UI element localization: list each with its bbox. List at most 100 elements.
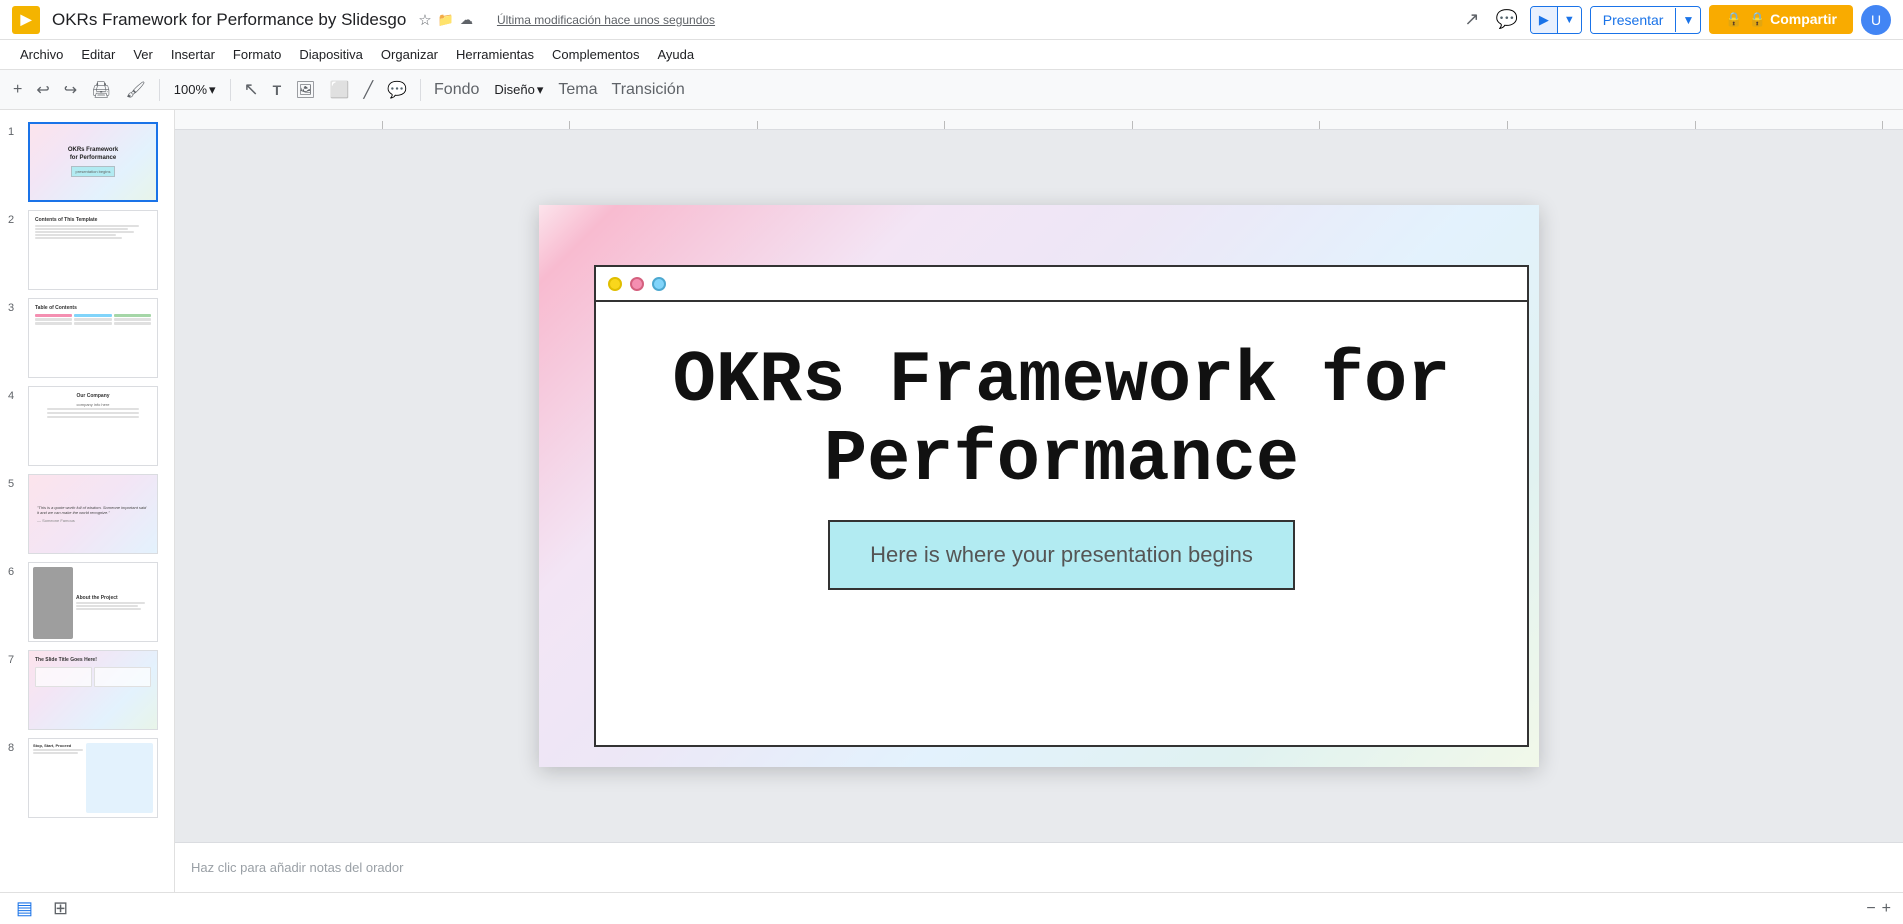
redo-btn[interactable]: ↪ — [59, 76, 82, 104]
menu-complementos[interactable]: Complementos — [544, 44, 647, 65]
slide-item-3[interactable]: 3 Table of Contents — [0, 294, 174, 382]
bottom-right: − + — [1866, 900, 1891, 918]
menu-organizar[interactable]: Organizar — [373, 44, 446, 65]
slide-item-4[interactable]: 4 Our Company company info here — [0, 382, 174, 470]
menu-bar: Archivo Editar Ver Insertar Formato Diap… — [0, 40, 1903, 70]
undo-btn[interactable]: ↩ — [31, 76, 54, 104]
slide-thumb-7: The Slide Title Goes Here! — [29, 651, 157, 729]
folder-icon[interactable]: 📁 — [438, 12, 454, 28]
last-modified-text: Última modificación hace unos segundos — [497, 13, 715, 27]
print-btn[interactable]: 🖨 — [86, 76, 116, 104]
menu-editar[interactable]: Editar — [73, 44, 123, 65]
slide-item-8[interactable]: 8 Stop, Start, Proceed — [0, 734, 174, 822]
thumb2-line-1 — [35, 225, 139, 227]
document-title: OKRs Framework for Performance by Slides… — [52, 10, 406, 30]
share-label: 🔒 Compartir — [1749, 11, 1837, 28]
present-dropdown-btn[interactable]: ▼ — [1675, 8, 1700, 32]
slide-thumb-2: Contents of This Template — [29, 211, 157, 289]
thumb6-image — [33, 567, 73, 639]
slide-thumb-6: About the Project — [29, 563, 157, 641]
slide-thumb-wrap-3: Table of Contents — [28, 298, 158, 378]
slide-number-7: 7 — [8, 650, 22, 666]
menu-herramientas[interactable]: Herramientas — [448, 44, 542, 65]
present-button[interactable]: Presentar — [1591, 7, 1676, 33]
slide-thumb-wrap-1: OKRs Frameworkfor Performance presentati… — [28, 122, 158, 202]
share-button[interactable]: 🔒 🔒 Compartir — [1709, 5, 1853, 34]
menu-formato[interactable]: Formato — [225, 44, 289, 65]
slide-panel: 1 OKRs Frameworkfor Performance presenta… — [0, 110, 175, 892]
cursor-btn[interactable]: ↖ — [239, 75, 264, 104]
toolbar-divider-3 — [420, 79, 421, 101]
avatar[interactable]: U — [1861, 5, 1891, 35]
thumb4-sub: company info here — [77, 402, 110, 407]
grid-view-btn[interactable]: ▤ — [12, 894, 37, 923]
app-logo: ▶ — [12, 6, 40, 34]
image-btn[interactable]: 🖼 — [290, 76, 320, 104]
thumb6-content: About the Project — [76, 567, 153, 637]
comment-btn[interactable]: 💬 — [382, 76, 412, 104]
slide-thumb-wrap-8: Stop, Start, Proceed — [28, 738, 158, 818]
filmstrip-view-btn[interactable]: ⊞ — [49, 894, 72, 923]
menu-insertar[interactable]: Insertar — [163, 44, 223, 65]
activity-icon[interactable]: ↗ — [1460, 5, 1483, 34]
thumb1-box: presentation begins — [71, 166, 116, 177]
thumb2-line-4 — [35, 234, 116, 236]
slide-canvas[interactable]: OKRs Framework for Performance Here is w… — [539, 205, 1539, 767]
zoom-in-btn[interactable]: + — [1882, 900, 1891, 918]
slide-thumb-wrap-5: "This is a quote worth full of wisdom. S… — [28, 474, 158, 554]
slide-item-2[interactable]: 2 Contents of This Template — [0, 206, 174, 294]
lock-icon: 🔒 — [1725, 11, 1742, 28]
cloud-icon[interactable]: ☁ — [460, 12, 473, 28]
slide-thumb-wrap-7: The Slide Title Goes Here! — [28, 650, 158, 730]
thumb2-line-2 — [35, 228, 128, 230]
diseno-arrow: ▾ — [537, 82, 544, 98]
toolbar: + ↩ ↪ 🖨 🖌 100% ▾ ↖ T 🖼 ⬜ ╱ 💬 Fondo Diseñ… — [0, 70, 1903, 110]
slide-thumb-3: Table of Contents — [29, 299, 157, 377]
comments-icon[interactable]: 💬 — [1491, 5, 1521, 34]
thumb2-title: Contents of This Template — [35, 217, 151, 223]
slide-number-2: 2 — [8, 210, 22, 226]
add-slide-btn[interactable]: + — [8, 77, 27, 103]
slide-item-6[interactable]: 6 About the Project — [0, 558, 174, 646]
zoom-out-btn[interactable]: − — [1866, 900, 1875, 918]
toolbar-divider-2 — [230, 79, 231, 101]
browser-bottom-accent — [549, 760, 1549, 775]
menu-diapositiva[interactable]: Diapositiva — [291, 44, 371, 65]
zoom-dropdown[interactable]: 100% ▾ — [168, 78, 222, 102]
browser-dot-pink — [630, 277, 644, 291]
subtitle-box[interactable]: Here is where your presentation begins — [828, 520, 1295, 590]
ruler-horizontal — [175, 110, 1903, 130]
top-right-buttons: ↗ 💬 ▶ ▼ Presentar ▼ 🔒 🔒 Compartir U — [1460, 5, 1891, 35]
slide-item-7[interactable]: 7 The Slide Title Goes Here! — [0, 646, 174, 734]
slide-show-arrow-btn[interactable]: ▼ — [1558, 7, 1581, 33]
star-icon[interactable]: ☆ — [418, 11, 431, 29]
thumb1-title: OKRs Frameworkfor Performance — [68, 147, 118, 161]
notes-placeholder: Haz clic para añadir notas del orador — [191, 860, 403, 875]
fondo-btn[interactable]: Fondo — [429, 77, 484, 103]
slide-number-1: 1 — [8, 122, 22, 138]
slide-number-8: 8 — [8, 738, 22, 754]
text-btn[interactable]: T — [268, 78, 287, 102]
ruler-ticks — [195, 121, 1883, 129]
menu-ayuda[interactable]: Ayuda — [649, 44, 702, 65]
slide-main-title: OKRs Framework for Performance — [626, 342, 1497, 500]
menu-archivo[interactable]: Archivo — [12, 44, 71, 65]
slide-thumb-4: Our Company company info here — [29, 387, 157, 465]
toolbar-divider-1 — [159, 79, 160, 101]
diseno-dropdown[interactable]: Diseño ▾ — [488, 78, 549, 102]
diseno-label: Diseño — [494, 82, 534, 97]
slide-item-1[interactable]: 1 OKRs Frameworkfor Performance presenta… — [0, 118, 174, 206]
slide-item-5[interactable]: 5 "This is a quote worth full of wisdom.… — [0, 470, 174, 558]
slide-show-icon-btn[interactable]: ▶ — [1531, 7, 1558, 33]
notes-area[interactable]: Haz clic para añadir notas del orador — [175, 842, 1903, 892]
slide-thumb-5: "This is a quote worth full of wisdom. S… — [29, 475, 157, 553]
top-bar: ▶ OKRs Framework for Performance by Slid… — [0, 0, 1903, 40]
tema-btn[interactable]: Tema — [553, 77, 602, 103]
menu-ver[interactable]: Ver — [125, 44, 161, 65]
bottom-bar: ▤ ⊞ − + — [0, 892, 1903, 924]
transicion-btn[interactable]: Transición — [607, 77, 690, 103]
paint-format-btn[interactable]: 🖌 — [120, 76, 150, 104]
line-btn[interactable]: ╱ — [358, 76, 378, 104]
shape-btn[interactable]: ⬜ — [325, 76, 355, 104]
canvas-area: OKRs Framework for Performance Here is w… — [175, 110, 1903, 892]
